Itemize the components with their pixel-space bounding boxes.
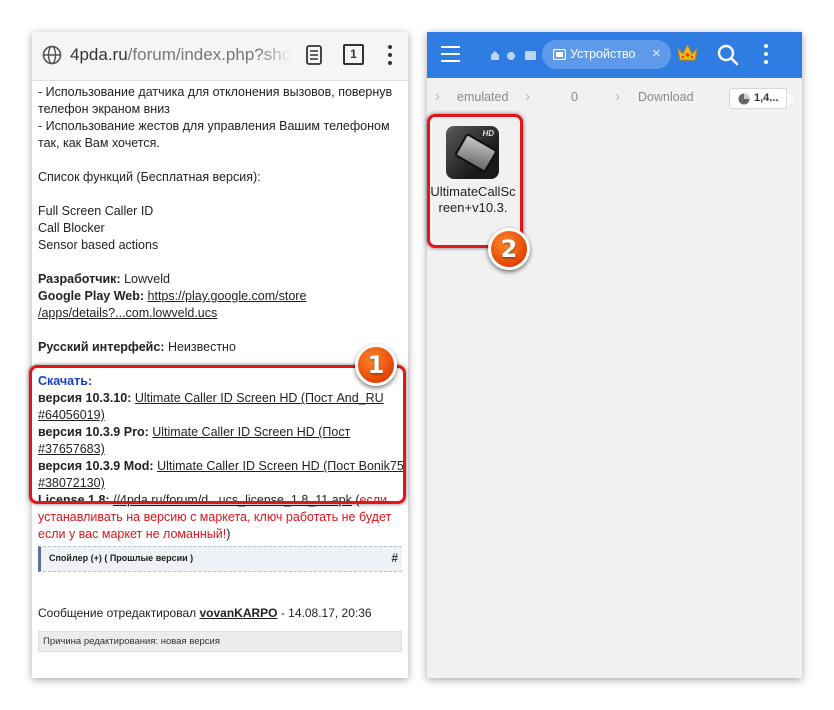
path-segment[interactable]: Download bbox=[638, 90, 694, 104]
step-badge-2: 2 bbox=[488, 228, 530, 270]
tab-device[interactable]: Устройство × bbox=[542, 40, 671, 69]
post-text-line: так, как Вам хочется. bbox=[38, 136, 160, 150]
close-tab-icon[interactable]: × bbox=[652, 45, 661, 62]
reader-mode-icon[interactable] bbox=[306, 45, 322, 65]
more-options-icon[interactable] bbox=[387, 45, 393, 67]
spoiler-toggle[interactable]: Спойлер (+) ( Прошлые версии ) # bbox=[38, 546, 402, 572]
path-segment[interactable]: 0 bbox=[571, 90, 578, 104]
google-play-link-cont[interactable]: /apps/details?...com.lowveld.ucs bbox=[38, 306, 217, 320]
search-icon[interactable] bbox=[716, 43, 740, 67]
post-text-line: - Использование жестов для управления Ва… bbox=[38, 119, 390, 133]
post-text-line: телефон экраном вниз bbox=[38, 102, 170, 116]
crown-icon[interactable] bbox=[676, 42, 699, 64]
russian-ui-line: Русский интерфейс: Неизвестно bbox=[38, 340, 236, 354]
path-segment[interactable]: emulated bbox=[457, 90, 508, 104]
browser-panel: 4pda.ru/forum/index.php?showto 1 - Испол… bbox=[32, 32, 408, 678]
menu-icon[interactable] bbox=[441, 46, 460, 62]
chevron-right-icon: › bbox=[525, 88, 530, 105]
spoiler-anchor[interactable]: # bbox=[391, 551, 398, 565]
google-play-line: Google Play Web: https://play.google.com… bbox=[38, 289, 307, 303]
post-text-line: - Использование датчика для отклонения в… bbox=[38, 85, 393, 99]
google-play-link[interactable]: https://play.google.com/store bbox=[148, 289, 307, 303]
step-badge-1: 1 bbox=[355, 344, 397, 386]
feature-item: Full Screen Caller ID bbox=[38, 204, 154, 218]
spoiler-label: Спойлер (+) ( Прошлые версии ) bbox=[49, 553, 194, 563]
license-note: устанавливать на версию с маркета, ключ … bbox=[38, 510, 392, 524]
chevron-right-icon: › bbox=[615, 88, 620, 105]
url-text[interactable]: 4pda.ru/forum/index.php?showto bbox=[70, 45, 292, 65]
file-manager-toolbar: Устройство × bbox=[427, 32, 802, 78]
address-bar[interactable]: 4pda.ru/forum/index.php?showto 1 bbox=[32, 32, 408, 81]
developer-line: Разработчик: Lowveld bbox=[38, 272, 170, 286]
globe-icon bbox=[42, 45, 62, 65]
tab-switcher-button[interactable]: 1 bbox=[343, 44, 364, 65]
pie-chart-icon bbox=[738, 93, 750, 105]
features-heading: Список функций (Бесплатная версия): bbox=[38, 170, 261, 184]
feature-item: Call Blocker bbox=[38, 221, 105, 235]
storage-usage-label: 1,4... bbox=[754, 92, 779, 104]
more-options-icon[interactable] bbox=[763, 44, 769, 66]
tab-device-label: Устройство bbox=[570, 47, 636, 61]
storage-icon bbox=[553, 49, 566, 60]
edit-reason: Причина редактирования: новая версия bbox=[38, 631, 402, 652]
feature-item: Sensor based actions bbox=[38, 238, 159, 252]
chevron-right-icon: › bbox=[435, 88, 440, 105]
editor-user-link[interactable]: vovanKARPO bbox=[199, 606, 277, 620]
breadcrumb-icons[interactable] bbox=[489, 47, 541, 63]
license-note-end: если у вас маркет не ломанный!) bbox=[38, 527, 231, 541]
storage-usage[interactable]: 1,4... bbox=[729, 88, 794, 109]
highlight-box-download-links bbox=[29, 365, 406, 504]
edited-info: Сообщение отредактировал vovanKARPO - 14… bbox=[38, 606, 372, 620]
